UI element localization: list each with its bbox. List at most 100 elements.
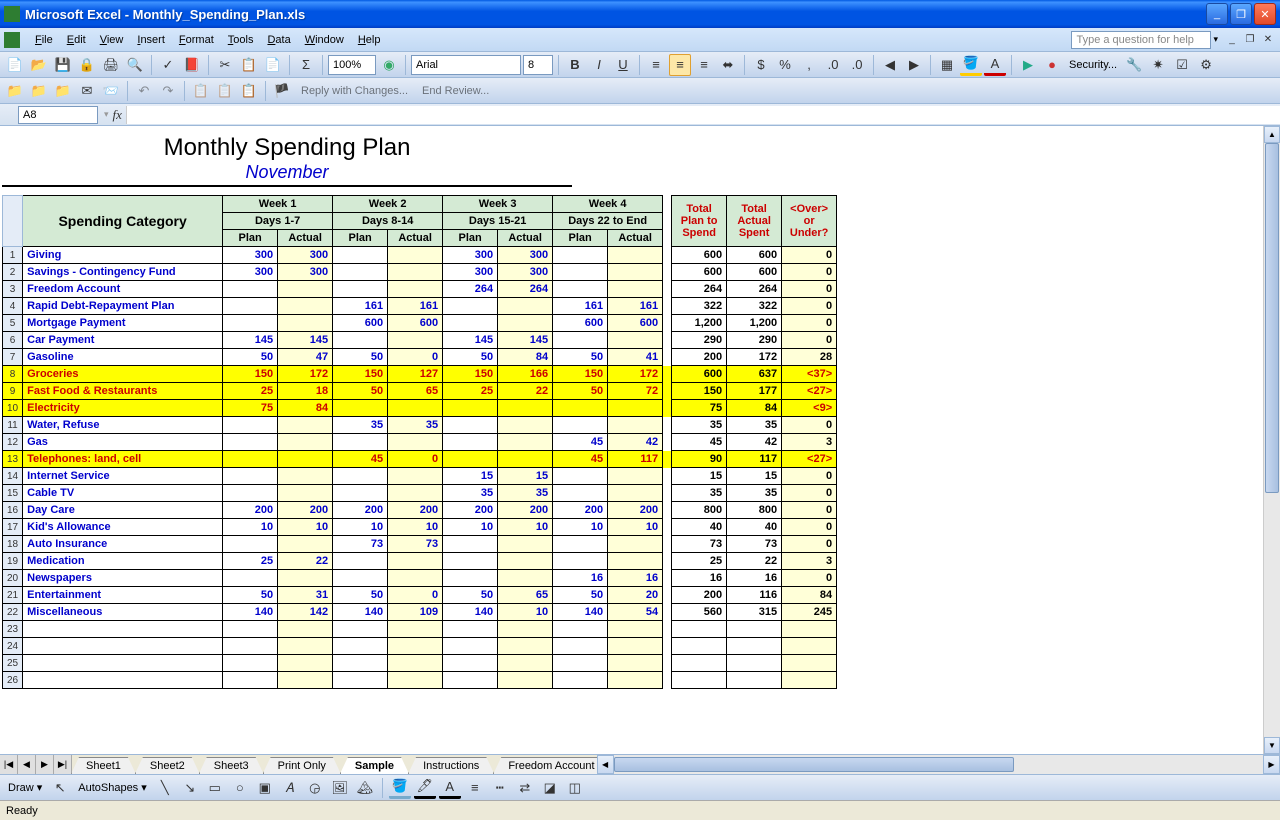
increase-indent-icon[interactable]: ▶ — [903, 54, 925, 76]
scroll-thumb[interactable] — [1265, 143, 1279, 493]
play-icon[interactable]: ▶ — [1017, 54, 1039, 76]
bold-icon[interactable]: B — [564, 54, 586, 76]
dash-style-icon[interactable]: ┅ — [489, 777, 511, 799]
rev1-icon[interactable]: 📁 — [4, 80, 26, 102]
next-sheet-button[interactable]: ▶ — [36, 755, 54, 774]
align-center-icon[interactable]: ≡ — [669, 54, 691, 76]
hscroll-thumb[interactable] — [614, 757, 1014, 772]
table-row[interactable]: 9Fast Food & Restaurants2518506525225072… — [3, 383, 837, 400]
reply-changes-button[interactable]: Reply with Changes... — [295, 85, 414, 97]
rev8-icon[interactable]: 📋 — [190, 80, 212, 102]
maximize-button[interactable]: ❐ — [1230, 3, 1252, 25]
table-row[interactable]: 3Freedom Account2642642642640 — [3, 281, 837, 298]
autosum-icon[interactable]: Σ — [295, 54, 317, 76]
rev2-icon[interactable]: 📁 — [28, 80, 50, 102]
table-row[interactable]: 6Car Payment1451451451452902900 — [3, 332, 837, 349]
table-row[interactable]: 5Mortgage Payment6006006006001,2001,2000 — [3, 315, 837, 332]
menu-edit[interactable]: Edit — [60, 31, 93, 49]
italic-icon[interactable]: I — [588, 54, 610, 76]
decrease-indent-icon[interactable]: ◀ — [879, 54, 901, 76]
help-icon[interactable]: ◉ — [378, 54, 400, 76]
scroll-up-icon[interactable]: ▲ — [1264, 126, 1280, 143]
rev10-icon[interactable]: 📋 — [238, 80, 260, 102]
table-row[interactable]: 10Electricity75847584<9> — [3, 400, 837, 417]
menu-format[interactable]: Format — [172, 31, 221, 49]
table-row[interactable]: 7Gasoline50475005084504120017228 — [3, 349, 837, 366]
menu-view[interactable]: View — [93, 31, 131, 49]
menu-data[interactable]: Data — [260, 31, 297, 49]
align-left-icon[interactable]: ≡ — [645, 54, 667, 76]
doc-close-button[interactable]: ✕ — [1260, 33, 1276, 47]
menu-insert[interactable]: Insert — [130, 31, 172, 49]
font-color-icon[interactable]: A — [984, 54, 1006, 76]
arrow-icon[interactable]: ↘ — [179, 777, 201, 799]
print-preview-icon[interactable]: 🔍 — [124, 54, 146, 76]
underline-icon[interactable]: U — [612, 54, 634, 76]
table-row[interactable]: 24 — [3, 638, 837, 655]
last-sheet-button[interactable]: ▶| — [54, 755, 72, 774]
fill-color-draw-icon[interactable]: 🪣 — [389, 777, 411, 799]
percent-icon[interactable]: % — [774, 54, 796, 76]
sheet-tab-sheet2[interactable]: Sheet2 — [135, 757, 200, 774]
rev9-icon[interactable]: 📋 — [214, 80, 236, 102]
3d-icon[interactable]: ◫ — [564, 777, 586, 799]
textbox-icon[interactable]: ▣ — [254, 777, 276, 799]
tool4-icon[interactable]: ⚙ — [1195, 54, 1217, 76]
table-row[interactable]: 19Medication252225223 — [3, 553, 837, 570]
end-review-button[interactable]: End Review... — [416, 85, 495, 97]
vertical-scrollbar[interactable]: ▲ ▼ — [1263, 126, 1280, 754]
merge-icon[interactable]: ⬌ — [717, 54, 739, 76]
table-row[interactable]: 26 — [3, 672, 837, 689]
doc-minimize-button[interactable]: _ — [1224, 33, 1240, 47]
table-row[interactable]: 21Entertainment50315005065502020011684 — [3, 587, 837, 604]
table-row[interactable]: 14Internet Service151515150 — [3, 468, 837, 485]
table-row[interactable]: 16Day Care200200200200200200200200800800… — [3, 502, 837, 519]
sheet-tab-sample[interactable]: Sample — [340, 757, 409, 774]
save-icon[interactable]: 💾 — [52, 54, 74, 76]
table-row[interactable]: 18Auto Insurance737373730 — [3, 536, 837, 553]
table-row[interactable]: 4Rapid Debt-Repayment Plan16116116116132… — [3, 298, 837, 315]
menu-window[interactable]: Window — [298, 31, 351, 49]
new-icon[interactable]: 📄 — [4, 54, 26, 76]
align-right-icon[interactable]: ≡ — [693, 54, 715, 76]
copy-icon[interactable]: 📋 — [238, 54, 260, 76]
paste-icon[interactable]: 📄 — [262, 54, 284, 76]
worksheet-grid[interactable]: Monthly Spending Plan November Spending … — [0, 126, 1263, 754]
table-row[interactable]: 15Cable TV353535350 — [3, 485, 837, 502]
table-row[interactable]: 11Water, Refuse353535350 — [3, 417, 837, 434]
sheet-tab-instructions[interactable]: Instructions — [408, 757, 494, 774]
table-row[interactable]: 23 — [3, 621, 837, 638]
fx-icon[interactable]: fx — [113, 107, 122, 123]
menu-file[interactable]: File — [28, 31, 60, 49]
close-button[interactable]: ✕ — [1254, 3, 1276, 25]
rev-flag-icon[interactable]: 🏴 — [271, 80, 293, 102]
fontsize-dropdown[interactable] — [523, 55, 553, 75]
help-search-input[interactable] — [1071, 31, 1211, 49]
menu-help[interactable]: Help — [351, 31, 388, 49]
research-icon[interactable]: 📕 — [181, 54, 203, 76]
minimize-button[interactable]: _ — [1206, 3, 1228, 25]
open-icon[interactable]: 📂 — [28, 54, 50, 76]
zoom-dropdown[interactable] — [328, 55, 376, 75]
select-objects-icon[interactable]: ↖ — [49, 777, 71, 799]
wordart-icon[interactable]: 𝐴 — [279, 777, 301, 799]
picture-icon[interactable]: 🏔 — [354, 777, 376, 799]
diagram-icon[interactable]: ◶ — [304, 777, 326, 799]
font-color-draw-icon[interactable]: A — [439, 777, 461, 799]
comma-icon[interactable]: , — [798, 54, 820, 76]
cut-icon[interactable]: ✂ — [214, 54, 236, 76]
draw-menu[interactable]: Draw ▾ — [4, 779, 46, 796]
prev-sheet-button[interactable]: ◀ — [18, 755, 36, 774]
table-row[interactable]: 22Miscellaneous1401421401091401014054560… — [3, 604, 837, 621]
scroll-right-icon[interactable]: ▶ — [1263, 755, 1280, 774]
rev4-icon[interactable]: ✉ — [76, 80, 98, 102]
table-row[interactable]: 13Telephones: land, cell4504511790117<27… — [3, 451, 837, 468]
table-row[interactable]: 1Giving3003003003006006000 — [3, 247, 837, 264]
horizontal-scrollbar[interactable]: ◀ ▶ — [614, 755, 1280, 774]
decrease-decimal-icon[interactable]: .0 — [846, 54, 868, 76]
scroll-down-icon[interactable]: ▼ — [1264, 737, 1280, 754]
spelling-icon[interactable]: ✓ — [157, 54, 179, 76]
rev6-icon[interactable]: ↶ — [133, 80, 155, 102]
tool1-icon[interactable]: 🔧 — [1123, 54, 1145, 76]
sheet-tab-sheet3[interactable]: Sheet3 — [199, 757, 264, 774]
